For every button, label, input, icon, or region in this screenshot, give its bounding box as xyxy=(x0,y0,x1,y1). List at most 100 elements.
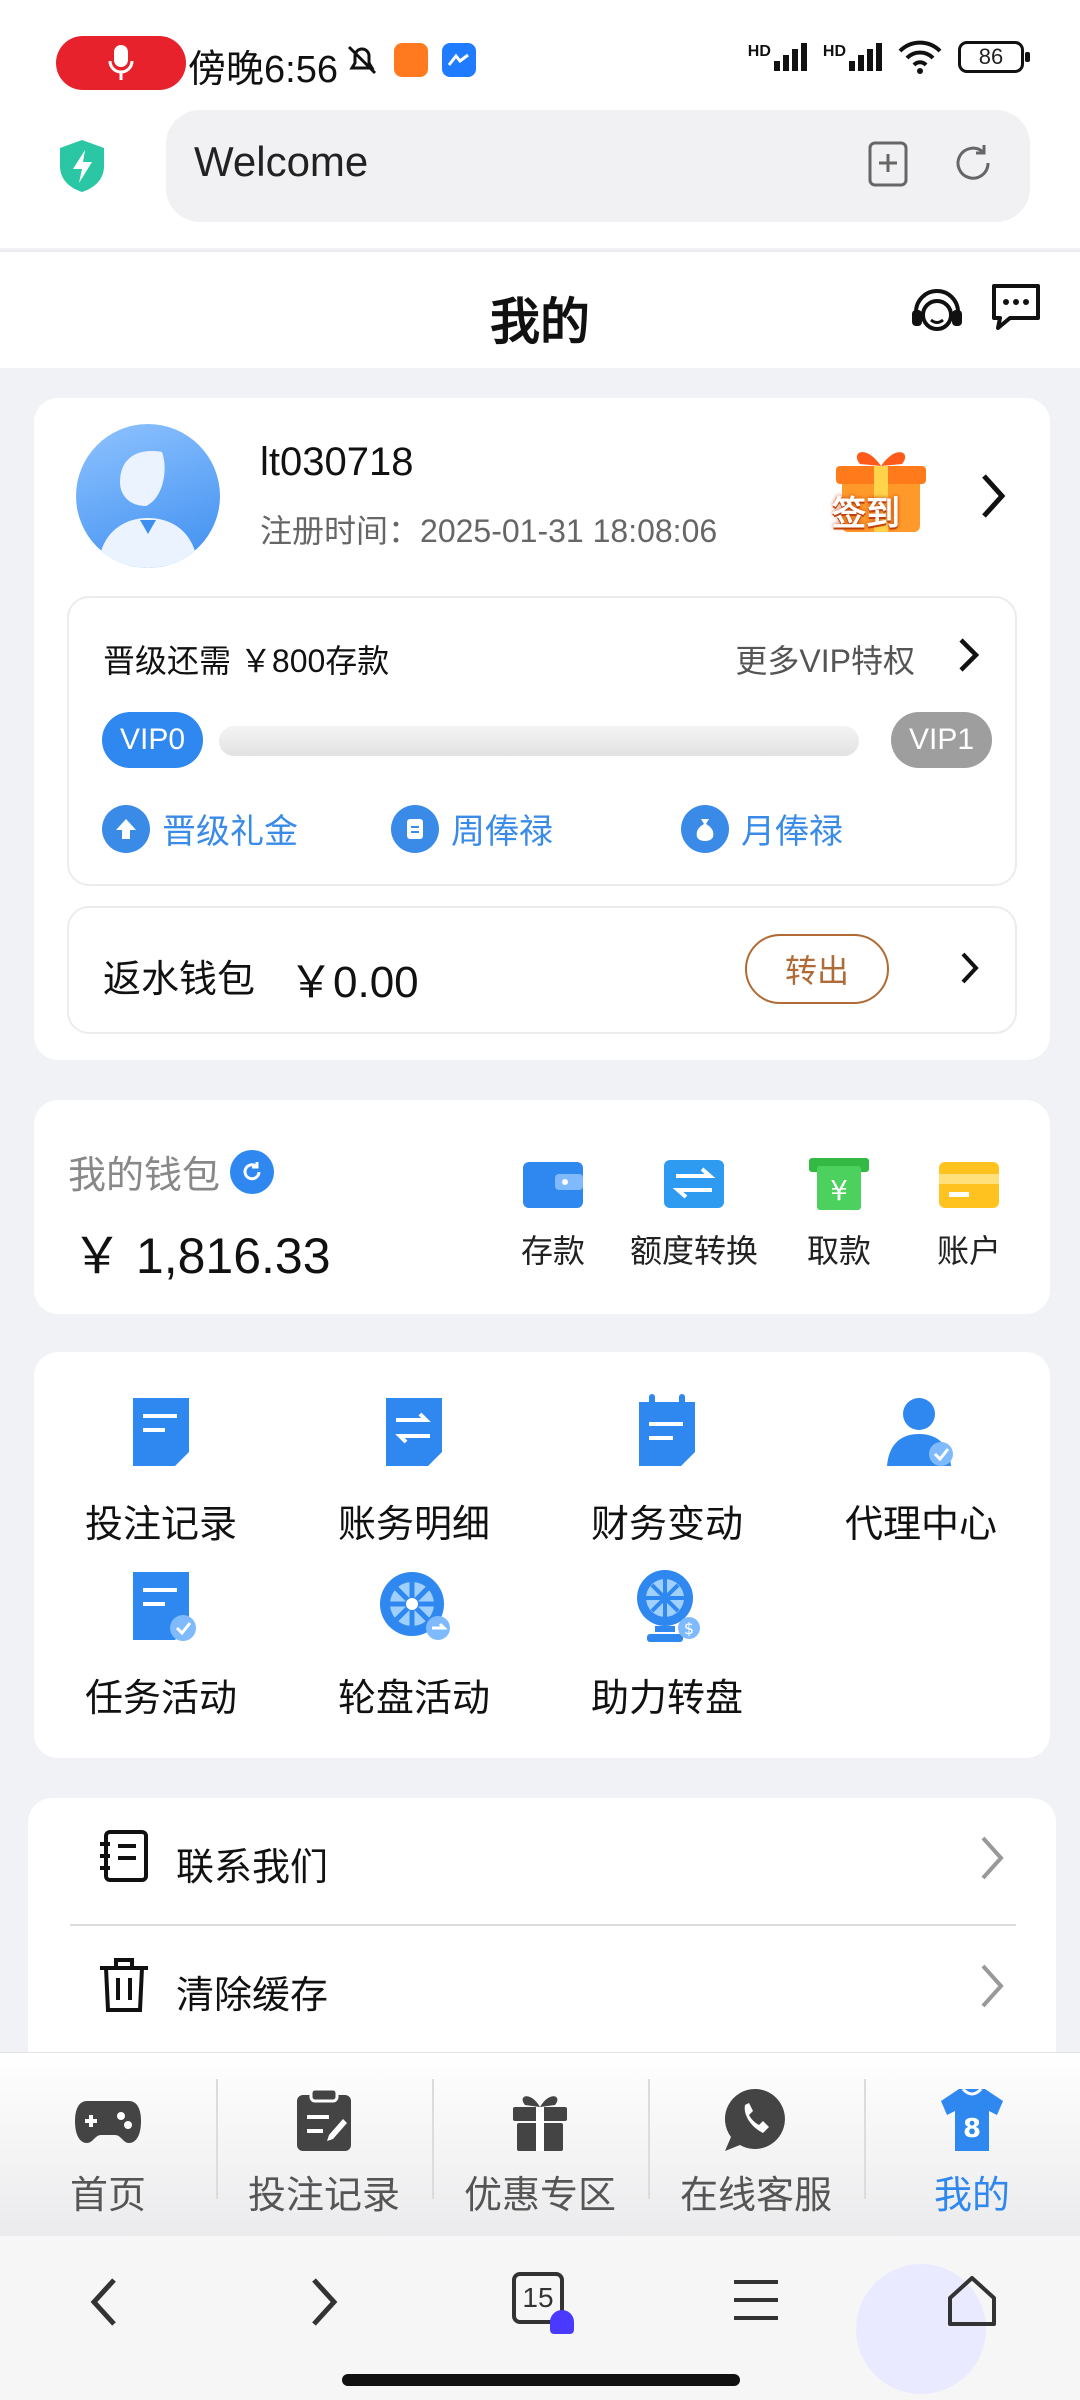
upload-arrow-icon xyxy=(102,804,150,853)
whatsapp-icon xyxy=(724,2088,785,2151)
svg-text:8: 8 xyxy=(963,2114,981,2144)
agent-user-icon xyxy=(887,1398,953,1466)
chevron-right-icon[interactable] xyxy=(957,636,981,674)
nav-mine[interactable]: 8 我的 xyxy=(864,2053,1080,2237)
user-avatar-icon xyxy=(98,451,198,568)
nav-home[interactable]: 首页 xyxy=(0,2053,216,2237)
refresh-icon[interactable] xyxy=(230,1150,274,1194)
grid-task-activity[interactable]: 任务活动 xyxy=(36,1566,286,1722)
vip-more-link[interactable]: 更多VIP特权 xyxy=(735,636,915,682)
quota-transfer-button[interactable]: 额度转换 xyxy=(620,1156,768,1272)
chevron-right-icon xyxy=(981,1836,1004,1880)
status-time: 傍晚6:56 xyxy=(188,49,338,91)
document-exchange-icon xyxy=(386,1398,442,1466)
menu-icon[interactable] xyxy=(730,2274,782,2326)
grid-assist-wheel[interactable]: $ 助力转盘 xyxy=(542,1566,792,1722)
document-icon xyxy=(133,1398,189,1466)
bell-muted-icon xyxy=(347,45,377,75)
bookmark-add-icon[interactable] xyxy=(866,140,910,188)
wheel-icon xyxy=(380,1572,450,1640)
profile-card: lt030718 注册时间：2025-01-31 18:08:06 签到 晋级还… xyxy=(34,398,1050,1060)
grid-agent-center[interactable]: 代理中心 xyxy=(796,1392,1046,1548)
prize-wheel-icon: $ xyxy=(637,1570,700,1642)
task-document-icon xyxy=(133,1572,196,1641)
status-bar: 傍晚6:56 HD HD 86 xyxy=(0,0,1080,110)
page-header: 我的 xyxy=(0,250,1080,368)
ghost-badge-icon xyxy=(550,2310,574,2334)
wallet-label: 我的钱包 xyxy=(68,1155,221,1197)
signal-1-icon: HD xyxy=(748,43,807,71)
menu-contact-us[interactable]: 联系我们 xyxy=(28,1798,1056,1924)
vip-upgrade-requirement: 晋级还需 ￥800存款 xyxy=(103,643,390,679)
customer-service-icon[interactable] xyxy=(908,282,966,340)
perk-upgrade-bonus[interactable]: 晋级礼金 xyxy=(102,804,298,853)
username: lt030718 xyxy=(260,440,414,484)
grid-bet-records[interactable]: 投注记录 xyxy=(36,1392,286,1548)
browser-toolbar: Welcome xyxy=(0,110,1080,248)
back-icon[interactable] xyxy=(86,2274,122,2330)
grid-account-details[interactable]: 账务明细 xyxy=(289,1392,539,1548)
cash-withdraw-icon: ¥ xyxy=(809,1158,869,1210)
bottom-nav: 首页 投注记录 优惠专区 在线客服 8 我的 xyxy=(0,2052,1080,2236)
address-bar[interactable]: Welcome xyxy=(166,110,1030,222)
vip-progress-bar xyxy=(219,726,859,756)
withdraw-button[interactable]: ¥ 取款 xyxy=(774,1156,904,1272)
forward-icon[interactable] xyxy=(306,2274,342,2330)
jersey-icon: 8 xyxy=(941,2087,1003,2151)
money-bag-icon xyxy=(681,804,729,853)
card-icon xyxy=(939,1162,999,1208)
svg-text:¥: ¥ xyxy=(830,1174,848,1207)
vip-panel: 晋级还需 ￥800存款 更多VIP特权 VIP0 VIP1 晋级礼金 周俸禄 月… xyxy=(67,596,1017,886)
microphone-icon xyxy=(108,45,134,80)
wallet-card: 我的钱包 ￥ 1,816.33 存款 额度转换 ¥ 取款 账户 xyxy=(34,1100,1050,1314)
contact-book-icon xyxy=(100,1830,148,1882)
home-indicator[interactable] xyxy=(342,2374,740,2386)
gift-icon xyxy=(513,2096,567,2151)
wifi-icon xyxy=(898,40,942,74)
rebate-amount: ￥0.00 xyxy=(289,958,419,1007)
shield-bolt-icon[interactable] xyxy=(56,138,108,194)
transfer-out-button[interactable]: 转出 xyxy=(745,934,889,1004)
grid-finance-changes[interactable]: 财务变动 xyxy=(542,1392,792,1548)
url-title: Welcome xyxy=(194,138,369,185)
chevron-right-icon[interactable] xyxy=(959,950,981,986)
chevron-right-icon[interactable] xyxy=(978,472,1008,520)
feature-grid: 投注记录 账务明细 财务变动 代理中心 任务活动 轮盘活动 $ 助力转盘 xyxy=(34,1352,1050,1758)
vip-current-badge: VIP0 xyxy=(102,712,204,768)
taobao-app-icon xyxy=(394,43,428,77)
rebate-label: 返水钱包 xyxy=(103,959,256,1001)
perk-monthly-salary[interactable]: 月俸禄 xyxy=(681,804,843,853)
account-button[interactable]: 账户 xyxy=(904,1156,1034,1272)
grid-wheel-activity[interactable]: 轮盘活动 xyxy=(289,1566,539,1722)
recording-indicator[interactable] xyxy=(56,36,186,90)
message-icon[interactable] xyxy=(988,282,1044,334)
reload-icon[interactable] xyxy=(950,140,996,186)
avatar[interactable] xyxy=(76,424,220,568)
trash-icon xyxy=(100,1958,148,2012)
register-time: 注册时间：2025-01-31 18:08:06 xyxy=(260,513,718,549)
nav-online-service[interactable]: 在线客服 xyxy=(648,2053,864,2237)
perk-weekly-salary[interactable]: 周俸禄 xyxy=(391,804,553,853)
home-icon[interactable] xyxy=(944,2274,1000,2328)
svg-text:$: $ xyxy=(684,1619,694,1638)
rebate-wallet[interactable]: 返水钱包 ￥0.00 转出 xyxy=(67,906,1017,1034)
vip-next-badge: VIP1 xyxy=(891,712,993,768)
deposit-button[interactable]: 存款 xyxy=(488,1156,618,1272)
clipboard-icon xyxy=(391,804,439,853)
calendar-document-icon xyxy=(639,1394,695,1466)
signal-2-icon: HD xyxy=(823,43,882,71)
wallet-icon xyxy=(523,1162,583,1208)
signin-label: 签到 xyxy=(832,495,900,533)
menu-clear-cache[interactable]: 清除缓存 xyxy=(28,1926,1056,2052)
battery-icon: 86 xyxy=(958,41,1030,73)
exchange-icon xyxy=(664,1160,724,1208)
messenger-app-icon xyxy=(442,43,476,77)
chevron-right-icon xyxy=(981,1964,1004,2008)
menu-list: 联系我们 清除缓存 xyxy=(28,1798,1056,2052)
clipboard-edit-icon xyxy=(297,2087,351,2151)
signin-button[interactable]: 签到 xyxy=(816,436,946,546)
gamepad-icon xyxy=(75,2101,141,2143)
nav-promotions[interactable]: 优惠专区 xyxy=(432,2053,648,2237)
tabs-button[interactable]: 15 xyxy=(512,2272,574,2334)
nav-bet-records[interactable]: 投注记录 xyxy=(216,2053,432,2237)
